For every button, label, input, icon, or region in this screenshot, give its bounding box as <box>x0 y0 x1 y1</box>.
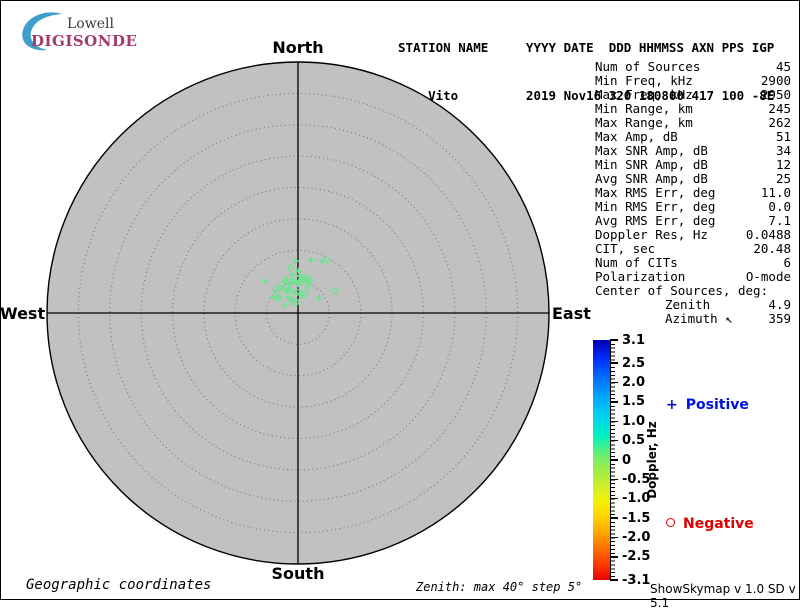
colorbar-tick-label: 1.5 <box>622 394 646 410</box>
compass-label-south: South <box>271 564 325 583</box>
colorbar-tick <box>610 459 618 461</box>
colorbar-tick <box>610 517 618 519</box>
colorbar-tick <box>610 420 618 423</box>
colorbar-tick-label: 2.5 <box>622 355 646 371</box>
colorbar-tick-label: -2.5 <box>622 549 651 565</box>
skymap-plot <box>46 61 550 565</box>
colorbar-tick-label: 0 <box>622 452 632 468</box>
colorbar-tick-label: -2.0 <box>622 529 651 545</box>
legend-negative: Negative <box>666 516 754 532</box>
circle-marker-icon <box>666 518 675 527</box>
colorbar-tick <box>610 339 618 341</box>
colorbar-tick-label: -3.1 <box>622 572 651 588</box>
colorbar-tick <box>610 439 618 442</box>
compass-label-north: North <box>272 38 324 57</box>
colorbar-tick-label: 0.5 <box>622 433 646 449</box>
version-note: ShowSkymap v 1.0 SD v 5.1 <box>650 582 796 610</box>
colorbar-tick <box>610 401 618 403</box>
colorbar-tick <box>610 362 618 364</box>
colorbar-tick <box>610 556 618 558</box>
colorbar-tick <box>610 536 618 539</box>
compass-label-east: East <box>552 304 591 323</box>
colorbar-tick <box>610 497 618 500</box>
plus-marker-icon: + <box>666 397 678 413</box>
zenith-scale-note: Zenith: max 40° step 5° <box>416 580 583 594</box>
colorbar-tick <box>610 579 618 581</box>
doppler-colorbar <box>593 340 610 580</box>
colorbar-axis-label: Doppler, Hz <box>645 421 659 499</box>
compass-label-west: West <box>0 304 46 323</box>
colorbar-tick-label: 3.1 <box>622 332 646 348</box>
legend-positive-label: Positive <box>685 397 749 413</box>
coordinates-note: Geographic coordinates <box>26 577 212 593</box>
legend-positive: + Positive <box>666 397 749 413</box>
colorbar-tick-label: -1.5 <box>622 510 651 526</box>
colorbar-tick-label: 2.0 <box>622 375 646 391</box>
legend-negative-label: Negative <box>683 516 754 532</box>
colorbar-tick <box>610 381 618 384</box>
colorbar-tick <box>610 478 618 481</box>
colorbar-tick-label: 1.0 <box>622 413 646 429</box>
